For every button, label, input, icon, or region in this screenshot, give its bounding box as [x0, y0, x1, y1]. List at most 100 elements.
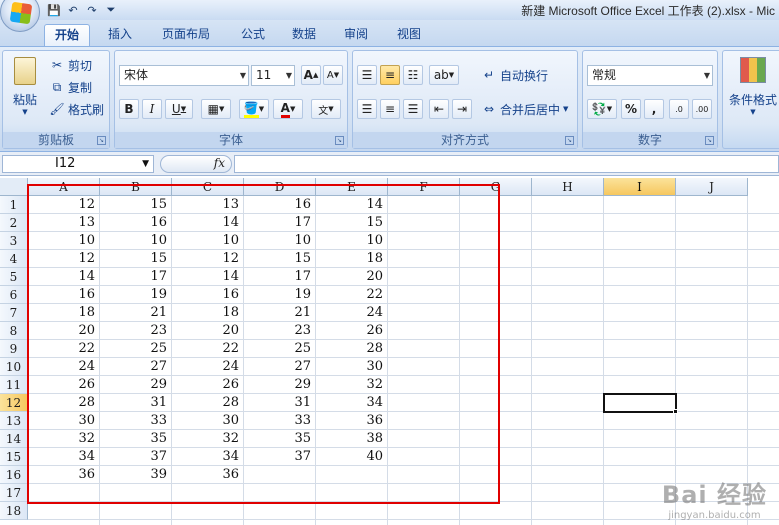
- row-header[interactable]: 1: [0, 196, 28, 214]
- cell[interactable]: 17: [244, 268, 316, 286]
- cell[interactable]: 16: [28, 286, 100, 304]
- cell[interactable]: 10: [244, 232, 316, 250]
- tab-3[interactable]: 公式: [232, 24, 274, 46]
- row-header[interactable]: 14: [0, 430, 28, 448]
- cell[interactable]: 30: [172, 412, 244, 430]
- number-launcher-icon[interactable]: ↘: [705, 136, 714, 145]
- row-header[interactable]: 7: [0, 304, 28, 322]
- cell[interactable]: 27: [244, 358, 316, 376]
- cell[interactable]: 31: [100, 394, 172, 412]
- tab-0[interactable]: 开始: [44, 24, 90, 46]
- tab-4[interactable]: 数据: [283, 24, 325, 46]
- cell[interactable]: [244, 502, 316, 520]
- cell[interactable]: 19: [100, 286, 172, 304]
- cell[interactable]: 14: [172, 268, 244, 286]
- row-header[interactable]: 10: [0, 358, 28, 376]
- cell[interactable]: 17: [244, 214, 316, 232]
- column-header[interactable]: C: [172, 178, 244, 196]
- cell[interactable]: 29: [244, 376, 316, 394]
- cell[interactable]: [244, 484, 316, 502]
- cell[interactable]: 13: [28, 214, 100, 232]
- cell[interactable]: 38: [316, 430, 388, 448]
- cell[interactable]: 13: [172, 196, 244, 214]
- tab-1[interactable]: 插入: [100, 24, 140, 46]
- cell[interactable]: 22: [172, 340, 244, 358]
- row-header[interactable]: 5: [0, 268, 28, 286]
- tab-2[interactable]: 页面布局: [148, 24, 224, 46]
- grow-font-button[interactable]: A ▲: [301, 65, 321, 85]
- column-header[interactable]: E: [316, 178, 388, 196]
- cell[interactable]: 20: [172, 322, 244, 340]
- cell[interactable]: 14: [28, 268, 100, 286]
- cell[interactable]: 12: [28, 196, 100, 214]
- cell[interactable]: 33: [244, 412, 316, 430]
- column-header[interactable]: G: [460, 178, 532, 196]
- cell[interactable]: [172, 484, 244, 502]
- cell[interactable]: 28: [316, 340, 388, 358]
- cell[interactable]: [172, 502, 244, 520]
- cell[interactable]: 10: [28, 232, 100, 250]
- align-bottom-button[interactable]: ☷: [403, 65, 423, 85]
- row-header[interactable]: 17: [0, 484, 28, 502]
- cell[interactable]: [316, 484, 388, 502]
- align-middle-button[interactable]: ≡: [380, 65, 400, 85]
- paste-button[interactable]: 粘贴 ▼: [7, 55, 43, 116]
- cell[interactable]: 30: [316, 358, 388, 376]
- column-header[interactable]: F: [388, 178, 460, 196]
- decrease-decimal-button[interactable]: .00: [692, 99, 712, 119]
- cell[interactable]: [244, 466, 316, 484]
- orientation-button[interactable]: ab ▼: [429, 65, 459, 85]
- fill-color-button[interactable]: 🪣 ▼: [239, 99, 269, 119]
- cell[interactable]: 26: [316, 322, 388, 340]
- cell[interactable]: 23: [100, 322, 172, 340]
- cell[interactable]: 15: [316, 214, 388, 232]
- cell[interactable]: 21: [244, 304, 316, 322]
- cell[interactable]: 19: [244, 286, 316, 304]
- alignment-launcher-icon[interactable]: ↘: [565, 136, 574, 145]
- row-header[interactable]: 4: [0, 250, 28, 268]
- cell[interactable]: [316, 502, 388, 520]
- comma-button[interactable]: ,: [644, 99, 664, 119]
- shrink-font-button[interactable]: A ▼: [323, 65, 343, 85]
- cell[interactable]: 36: [316, 412, 388, 430]
- clipboard-launcher-icon[interactable]: ↘: [97, 136, 106, 145]
- format-painter-button[interactable]: 🖌 格式刷: [49, 99, 104, 119]
- cell[interactable]: 34: [172, 448, 244, 466]
- italic-button[interactable]: I: [142, 99, 162, 119]
- cell[interactable]: 10: [100, 232, 172, 250]
- cell[interactable]: 24: [316, 304, 388, 322]
- function-button[interactable]: fx: [160, 155, 232, 173]
- align-left-button[interactable]: ☰: [357, 99, 377, 119]
- cell[interactable]: 24: [172, 358, 244, 376]
- row-header[interactable]: 2: [0, 214, 28, 232]
- cell[interactable]: 18: [316, 250, 388, 268]
- redo-icon[interactable]: ↷: [84, 2, 100, 18]
- conditional-format-button[interactable]: 条件格式 ▼: [727, 57, 779, 116]
- cell[interactable]: 26: [172, 376, 244, 394]
- cell[interactable]: 16: [100, 214, 172, 232]
- cell[interactable]: 14: [172, 214, 244, 232]
- cell[interactable]: [100, 502, 172, 520]
- save-icon[interactable]: 💾: [46, 2, 62, 18]
- tab-5[interactable]: 审阅: [335, 24, 377, 46]
- cell[interactable]: 34: [316, 394, 388, 412]
- cell[interactable]: 10: [316, 232, 388, 250]
- cell[interactable]: 20: [316, 268, 388, 286]
- cell[interactable]: 12: [28, 250, 100, 268]
- row-header[interactable]: 6: [0, 286, 28, 304]
- cell[interactable]: 25: [100, 340, 172, 358]
- row-header[interactable]: 9: [0, 340, 28, 358]
- active-cell[interactable]: [603, 393, 677, 413]
- cell[interactable]: 32: [172, 430, 244, 448]
- wrap-text-button[interactable]: ↵ 自动换行: [481, 65, 548, 85]
- cell[interactable]: 30: [28, 412, 100, 430]
- cell[interactable]: 22: [316, 286, 388, 304]
- font-size-select[interactable]: 11 ▼: [251, 65, 295, 86]
- underline-button[interactable]: U ▼: [165, 99, 193, 119]
- cell[interactable]: 21: [100, 304, 172, 322]
- select-all-button[interactable]: [0, 178, 28, 196]
- align-right-button[interactable]: ☰: [403, 99, 423, 119]
- cell[interactable]: 10: [172, 232, 244, 250]
- cell[interactable]: 36: [28, 466, 100, 484]
- cell[interactable]: 28: [28, 394, 100, 412]
